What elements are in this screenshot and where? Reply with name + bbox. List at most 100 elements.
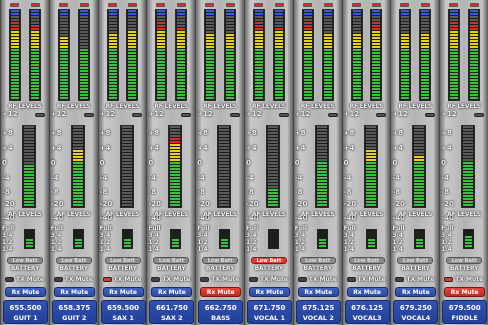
channel-strip[interactable]: RF LEVELS +12 +8 +4 0 -4 -8 -20 -40 AF LEVELS Full… (341, 0, 391, 325)
af-meter-segment (365, 129, 376, 131)
rf-meter-segment (401, 46, 410, 48)
rf-meter-segment (177, 88, 186, 90)
channel-frequency-box[interactable]: 675.125 VOCAL 2 (295, 300, 341, 324)
channel-frequency-box[interactable]: 679.500 FIDDLE (442, 300, 488, 324)
rf-meter-segment (177, 40, 186, 42)
rf-meter-segment (11, 49, 19, 51)
rf-meter-segment (372, 43, 381, 45)
af-meter-segment (219, 153, 230, 155)
channel-frequency-box[interactable]: 655.500 GUIT 1 (3, 300, 48, 324)
low-battery-indicator: Low Batt (348, 257, 385, 264)
rf-meter-segment (469, 25, 478, 27)
channel-frequency-box[interactable]: 679.250 VOCAL4 (393, 300, 439, 324)
af-scale-label: -4 (343, 174, 352, 182)
rf-meter-segment (303, 28, 312, 30)
channel-frequency-box[interactable]: 676.125 VOCAL3 (344, 300, 390, 324)
channel-strip[interactable]: RF LEVELS +12 +8 +4 0 -4 -8 -20 -40 AF LEVELS Full… (195, 0, 244, 325)
rf-meter-segment (59, 64, 68, 66)
channel-strip[interactable]: RF LEVELS +12 +8 +4 0 -4 -8 -20 -40 AF LEVELS Full… (390, 0, 440, 325)
battery-segment (123, 239, 131, 241)
af-scale-label: -4 (99, 174, 108, 182)
channel-frequency-box[interactable]: 658.375 GUIT 2 (51, 300, 97, 324)
rf-meter-segment (157, 70, 166, 72)
channel-strip[interactable]: RF LEVELS +12 +8 +4 0 -4 -8 -20 -40 AF LEVELS Full… (146, 0, 196, 325)
battery-scale-label: Full (294, 225, 307, 232)
rf-meter-segment (372, 16, 381, 18)
channel-frequency-box[interactable]: 662.750 BASS (198, 300, 244, 324)
battery-segment (172, 245, 180, 247)
rf-meter-segment (59, 82, 68, 84)
rf-meter-segment (303, 97, 312, 99)
rf-clip-led-right (421, 3, 431, 7)
rf-meter-segment (254, 76, 263, 78)
rf-clip-led-right (469, 3, 479, 7)
rf-meter-segment (401, 79, 410, 81)
rf-meter-segment (128, 61, 137, 63)
rf-meter-segment (108, 19, 117, 21)
af-scale-label: +8 (197, 129, 208, 137)
rf-clip-led-right (225, 3, 235, 7)
rx-mute-button[interactable]: Rx Mute (346, 287, 388, 297)
rf-meter-segment (11, 34, 19, 36)
rf-meter-segment (59, 94, 68, 96)
rf-meter-segment (303, 76, 312, 78)
channel-strip[interactable]: RF LEVELS +12 +8 +4 0 -4 -8 -20 -40 AF LEVELS Full… (48, 0, 98, 325)
af-meter-segment (24, 141, 34, 143)
af-meter-segment (365, 198, 376, 200)
af-meter-segment (414, 174, 425, 176)
rf-meter-segment (254, 16, 263, 18)
af-meter-segment (414, 144, 425, 146)
af-meter-segment (170, 156, 181, 158)
channel-frequency-box[interactable]: 661.750 SAX 2 (149, 300, 195, 324)
rx-mute-button[interactable]: Rx Mute (248, 287, 290, 297)
rf-meter-segment (421, 55, 430, 57)
rf-meter-segment (30, 28, 39, 30)
rf-meter-segment (352, 43, 361, 45)
channel-strip[interactable]: RF LEVELS +12 +8 +4 0 -4 -8 -20 -40 AF LEVELS Full… (97, 0, 147, 325)
rf-meter-segment (469, 76, 478, 78)
battery-segment (416, 245, 424, 247)
rx-mute-button[interactable]: Rx Mute (53, 287, 95, 297)
rf-meter-segment (59, 22, 68, 24)
rf-meter-segment (352, 40, 361, 42)
af-meter-segment (463, 204, 474, 206)
channel-strip[interactable]: RF LEVELS +12 +8 +4 0 -4 -8 -20 -40 AF LEVELS Full… (243, 0, 293, 325)
rx-mute-button[interactable]: Rx Mute (151, 287, 193, 297)
rx-mute-button[interactable]: Rx Mute (395, 287, 437, 297)
af-meter-segment (267, 135, 278, 137)
rf-level-meter-right (419, 9, 432, 101)
channel-frequency-box[interactable]: 659.500 SAX 1 (100, 300, 146, 324)
af-meter-segment (365, 174, 376, 176)
af-scale-label: +12 (99, 110, 116, 118)
rf-meter-segment (401, 40, 410, 42)
rx-mute-button[interactable]: Rx Mute (5, 287, 46, 297)
rf-meter-segment (157, 43, 166, 45)
rx-mute-button[interactable]: Rx Mute (444, 287, 486, 297)
rf-meter-segment (450, 55, 459, 57)
rf-meter-segment (421, 64, 430, 66)
channel-strip[interactable]: RF LEVELS +12 +8 +4 0 -4 -8 -20 -40 AF LEVELS Full… (0, 0, 49, 325)
rf-meter-segment (59, 46, 68, 48)
channel-strip[interactable]: RF LEVELS +12 +8 +4 0 -4 -8 -20 -40 AF LEVELS Full… (439, 0, 488, 325)
rf-meter-segment (177, 55, 186, 57)
rx-mute-button[interactable]: Rx Mute (102, 287, 144, 297)
af-meter-segment (316, 174, 327, 176)
rf-meter-segment (254, 88, 263, 90)
channel-strip[interactable]: RF LEVELS +12 +8 +4 0 -4 -8 -20 -40 AF LEVELS Full… (292, 0, 342, 325)
rx-mute-button[interactable]: Rx Mute (297, 287, 339, 297)
rf-meter-segment (225, 67, 234, 69)
rf-meter-segment (108, 82, 117, 84)
rx-mute-button[interactable]: Rx Mute (200, 287, 242, 297)
channel-frequency-box[interactable]: 671.750 VOCAL 1 (246, 300, 292, 324)
af-scale-label: -8 (245, 188, 254, 196)
rf-meter-segment (206, 73, 215, 75)
af-meter-segment (170, 174, 181, 176)
rf-meter-segment (303, 64, 312, 66)
af-levels-label: AF LEVELS (154, 211, 189, 218)
low-battery-indicator: Low Batt (446, 257, 483, 264)
rf-meter-segment (11, 55, 19, 57)
rf-meter-segment (352, 91, 361, 93)
battery-scale-label: 1/2 (197, 239, 208, 246)
af-meter-segment (316, 195, 327, 197)
rf-meter-segment (323, 46, 332, 48)
